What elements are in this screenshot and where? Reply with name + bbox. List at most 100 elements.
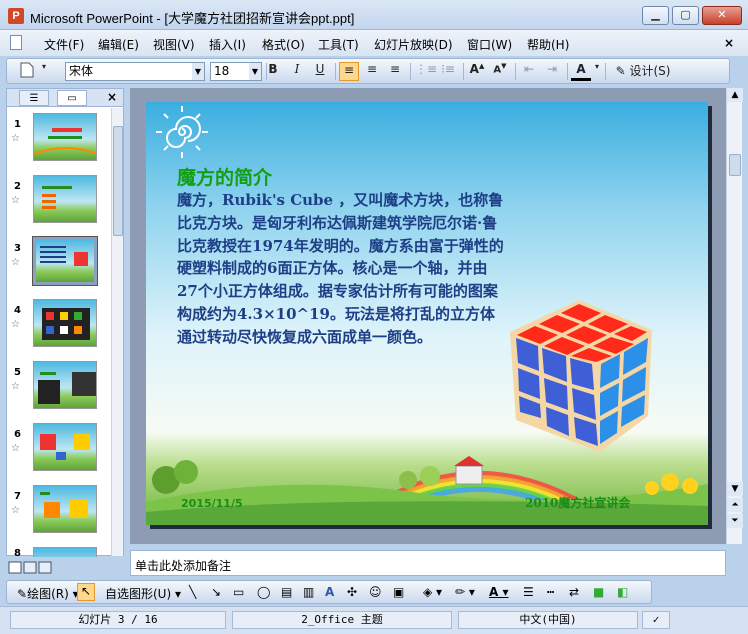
3d-style-icon[interactable]: ◧ — [617, 585, 628, 599]
shadow-icon[interactable]: ■ — [593, 585, 604, 599]
menu-edit[interactable]: 编辑(E) — [98, 36, 139, 53]
menu-help[interactable]: 帮助(H) — [527, 36, 569, 53]
slide-thumbnail-pane: ☰ ▭ × 1 ☆ 2 ☆ 3 ☆ 4 ☆ 5 ☆ 6 ☆ 7 ☆ 8 — [6, 88, 124, 557]
increase-indent-icon[interactable]: ⇥ — [542, 62, 562, 81]
draw-menu-button[interactable]: ✎绘图(R) ▾ — [17, 585, 79, 602]
slide-footer[interactable]: 2010魔方社宣讲会 — [525, 494, 630, 511]
animation-star-icon: ☆ — [11, 195, 20, 206]
tab-outline[interactable]: ☰ — [19, 90, 49, 106]
slide-title[interactable]: 魔方的简介 — [177, 163, 272, 190]
next-slide-icon[interactable]: ⏷ — [727, 514, 743, 528]
align-center-icon[interactable]: ≡ — [362, 62, 382, 81]
slide-thumbnail-row[interactable]: 3 ☆ — [7, 236, 111, 293]
arrow-style-icon[interactable]: ⇄ — [569, 585, 579, 599]
textbox-icon[interactable]: ▤ — [281, 585, 292, 599]
chevron-down-icon[interactable]: ▾ — [592, 62, 602, 81]
decrease-indent-icon[interactable]: ⇤ — [519, 62, 539, 81]
align-right-icon[interactable]: ≡ — [385, 62, 405, 81]
language-status[interactable]: 中文(中国) — [458, 611, 638, 629]
line-style-icon[interactable]: ☰ — [523, 585, 534, 599]
minimize-button[interactable]: ▁ — [642, 6, 669, 25]
spelling-check-icon[interactable]: ✓ — [642, 611, 670, 629]
numbered-list-icon[interactable]: ⋮≡ — [415, 62, 437, 81]
thumbnail-scrollbar[interactable] — [111, 108, 123, 556]
menu-file[interactable]: 文件(F) — [44, 36, 84, 53]
animation-star-icon: ☆ — [11, 319, 20, 330]
maximize-button[interactable]: ▢ — [672, 6, 699, 25]
menu-tools[interactable]: 工具(T) — [318, 36, 359, 53]
slide-thumbnail[interactable] — [33, 423, 97, 471]
rectangle-icon[interactable]: ▭ — [233, 585, 244, 599]
slide-thumbnail[interactable] — [33, 361, 97, 409]
separator — [515, 63, 516, 80]
slide-body-text[interactable]: 魔方，Rubik's Cube ，又叫魔术方块，也称鲁比克方块。是匈牙利布达佩斯… — [177, 189, 507, 349]
close-button[interactable]: ✕ — [702, 6, 742, 25]
menu-insert[interactable]: 插入(I) — [209, 36, 246, 53]
menu-window[interactable]: 窗口(W) — [467, 36, 512, 53]
scroll-up-icon[interactable]: ▲ — [727, 88, 743, 102]
pane-close-icon[interactable]: × — [107, 90, 117, 104]
font-size-select[interactable]: 18 ▼ — [210, 62, 262, 81]
font-color-icon[interactable]: A ▾ — [489, 585, 509, 599]
italic-button[interactable]: I — [287, 62, 307, 81]
dash-style-icon[interactable]: ┅ — [547, 585, 554, 599]
diagram-icon[interactable]: ✣ — [347, 585, 357, 599]
slide-thumbnail[interactable] — [33, 113, 97, 161]
design-button[interactable]: ✎ 设计(S) — [610, 62, 676, 81]
clipart-icon[interactable]: ☺ — [369, 585, 382, 599]
font-name-select[interactable]: 宋体 ▼ — [65, 62, 205, 81]
scrollbar-thumb[interactable] — [729, 154, 741, 176]
slide-thumbnail[interactable] — [33, 175, 97, 223]
select-arrow-icon[interactable]: ↖ — [77, 583, 95, 601]
underline-button[interactable]: U — [310, 62, 330, 81]
line-icon[interactable]: ╲ — [189, 585, 196, 599]
document-icon[interactable] — [8, 34, 22, 52]
vertical-textbox-icon[interactable]: ▥ — [303, 585, 314, 599]
oval-icon[interactable]: ◯ — [257, 585, 270, 599]
slide-thumbnail-row[interactable]: 4 ☆ — [7, 299, 111, 355]
arrow-icon[interactable]: ↘ — [211, 585, 221, 599]
slide-thumbnail-row[interactable]: 8 — [7, 547, 111, 557]
slide-date[interactable]: 2015/11/5 — [181, 497, 243, 510]
slide-thumbnail-row[interactable]: 1 ☆ — [7, 113, 111, 169]
menu-slideshow[interactable]: 幻灯片放映(D) — [374, 36, 453, 53]
autoshapes-button[interactable]: 自选图形(U) ▾ — [105, 585, 181, 602]
separator — [410, 63, 411, 80]
line-color-icon[interactable]: ✏ ▾ — [455, 585, 475, 599]
slide-number: 3 — [14, 243, 21, 254]
align-left-icon[interactable]: ≡ — [339, 62, 359, 81]
slide-thumbnail-row[interactable]: 7 ☆ — [7, 485, 111, 541]
increase-font-icon[interactable]: A▲ — [467, 62, 487, 81]
wordart-icon[interactable]: A — [325, 585, 334, 599]
bulleted-list-icon[interactable]: ⁝≡ — [438, 62, 458, 81]
decrease-font-icon[interactable]: A▼ — [490, 62, 510, 81]
menu-view[interactable]: 视图(V) — [153, 36, 195, 53]
menu-format[interactable]: 格式(O) — [262, 36, 305, 53]
notes-pane[interactable]: 单击此处添加备注 — [130, 550, 726, 576]
slide-thumbnail-row[interactable]: 5 ☆ — [7, 361, 111, 417]
slide-thumbnail-row[interactable]: 2 ☆ — [7, 175, 111, 231]
drawing-toolbar: ✎绘图(R) ▾ ↖ 自选图形(U) ▾ ╲ ↘ ▭ ◯ ▤ ▥ A ✣ ☺ ▣… — [6, 580, 652, 604]
slide-thumbnail-row[interactable]: 6 ☆ — [7, 423, 111, 479]
fill-color-icon[interactable]: ◈ ▾ — [423, 585, 442, 599]
slide-scrollbar[interactable]: ▲ ▼ ⏶ ⏷ — [726, 88, 743, 544]
slide-thumbnail-selected[interactable] — [32, 236, 98, 286]
tab-slides[interactable]: ▭ — [57, 90, 87, 106]
animation-star-icon: ☆ — [11, 257, 20, 268]
slide-thumbnail[interactable] — [33, 547, 97, 557]
theme-name[interactable]: 2_Office 主题 — [232, 611, 452, 629]
slide-thumbnail[interactable] — [33, 485, 97, 533]
powerpoint-icon[interactable]: P — [8, 8, 24, 24]
scrollbar-thumb[interactable] — [113, 126, 123, 236]
new-document-icon[interactable] — [17, 62, 37, 81]
document-close-button[interactable]: × — [724, 36, 734, 50]
current-slide[interactable]: 魔方的简介 魔方，Rubik's Cube ，又叫魔术方块，也称鲁比克方块。是匈… — [146, 102, 708, 525]
font-color-icon[interactable]: A — [571, 62, 591, 81]
bold-button[interactable]: B — [263, 62, 283, 81]
new-dropdown-icon[interactable]: ▾ — [39, 62, 49, 81]
scroll-down-icon[interactable]: ▼ — [727, 482, 743, 496]
chevron-down-icon: ▼ — [192, 63, 204, 80]
picture-icon[interactable]: ▣ — [393, 585, 404, 599]
slide-thumbnail[interactable] — [33, 299, 97, 347]
previous-slide-icon[interactable]: ⏶ — [727, 498, 743, 512]
